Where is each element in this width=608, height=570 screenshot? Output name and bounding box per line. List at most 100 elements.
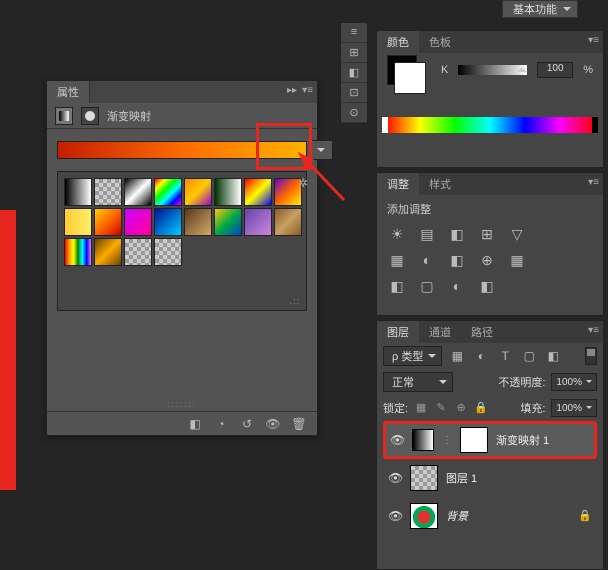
lock-pixels-icon[interactable]: ✎ <box>434 401 448 415</box>
adj-exposure-icon[interactable]: ⊞ <box>477 225 497 243</box>
adj-curves-icon[interactable]: ◧ <box>447 225 467 243</box>
visibility-icon[interactable]: 👁 <box>390 433 404 447</box>
flyout-icon[interactable]: ▾≡ <box>588 325 599 336</box>
adj-gradientmap-icon[interactable]: ◧ <box>477 277 497 295</box>
dock-btn-4[interactable]: ⊡ <box>341 83 367 103</box>
previous-icon[interactable]: ◔ <box>213 416 229 432</box>
mask-icon[interactable] <box>81 107 99 125</box>
dock-btn-5[interactable]: ⊙ <box>341 103 367 123</box>
adj-brightness-icon[interactable]: ☀ <box>387 225 407 243</box>
swatch[interactable] <box>274 208 302 236</box>
spectrum-bar[interactable] <box>385 117 595 133</box>
dock-icon: ≡ <box>347 26 361 40</box>
adj-photofilter-icon[interactable]: ◧ <box>447 251 467 269</box>
color-body: K 100 % <box>377 53 603 87</box>
flyout-icon[interactable]: ▾≡ <box>588 35 599 46</box>
adjust-body: 添加调整 ☀ ▤ ◧ ⊞ ▽ ▦ ◐ ◧ ⊕ ▦ ◧ ▢ ◐ ◧ <box>377 195 603 315</box>
filter-adjust-icon[interactable]: ◐ <box>472 347 490 365</box>
swatch[interactable] <box>244 178 272 206</box>
filter-smart-icon[interactable]: ◧ <box>544 347 562 365</box>
panel-grip[interactable]: ::::::: <box>167 400 197 409</box>
properties-tab[interactable]: 属性 <box>47 81 90 103</box>
layer-name[interactable]: 渐变映射 1 <box>496 432 549 448</box>
layer-name[interactable]: 图层 1 <box>446 470 477 486</box>
swatch[interactable] <box>244 208 272 236</box>
adj-colorlookup-icon[interactable]: ▦ <box>507 251 527 269</box>
opacity-field[interactable]: 100% <box>551 373 597 391</box>
swatch[interactable] <box>124 178 152 206</box>
dock-btn-3[interactable]: ◧ <box>341 63 367 83</box>
mask-thumb[interactable] <box>460 427 488 453</box>
tab-paths[interactable]: 路径 <box>461 321 503 343</box>
gradient-bar[interactable] <box>57 141 307 159</box>
swatch[interactable] <box>64 238 92 266</box>
reset-icon[interactable]: ↺ <box>239 416 255 432</box>
swatch[interactable] <box>64 178 92 206</box>
swatch[interactable] <box>154 208 182 236</box>
adjustment-type-icon[interactable] <box>55 107 73 125</box>
kind-select[interactable]: ρ 类型 <box>383 346 442 366</box>
adj-posterize-icon[interactable]: ▢ <box>417 277 437 295</box>
filter-toggle[interactable] <box>585 347 597 365</box>
visibility-icon[interactable]: 👁 <box>265 416 281 432</box>
layer-name[interactable]: 背景 <box>446 508 468 524</box>
flyout-icon[interactable]: ▾≡ <box>302 85 313 96</box>
swatch[interactable] <box>154 238 182 266</box>
lock-position-icon[interactable]: ⊕ <box>454 401 468 415</box>
swatch[interactable] <box>184 178 212 206</box>
filter-type-icon[interactable]: T <box>496 347 514 365</box>
dock-btn-1[interactable]: ≡ <box>341 23 367 43</box>
gradient-dropdown-button[interactable] <box>309 140 333 160</box>
adj-invert-icon[interactable]: ◧ <box>387 277 407 295</box>
fgbg-color-chip[interactable] <box>387 55 417 85</box>
filter-pixel-icon[interactable]: ▦ <box>448 347 466 365</box>
swatch[interactable] <box>94 178 122 206</box>
tab-swatches[interactable]: 色板 <box>419 31 461 53</box>
tab-layers[interactable]: 图层 <box>377 321 419 343</box>
resize-grip[interactable]: .:: <box>289 296 300 306</box>
adj-channelmixer-icon[interactable]: ⊕ <box>477 251 497 269</box>
flyout-icon[interactable]: ▾≡ <box>588 177 599 188</box>
adj-levels-icon[interactable]: ▤ <box>417 225 437 243</box>
trash-icon[interactable]: 🗑 <box>291 416 307 432</box>
swatch[interactable] <box>214 208 242 236</box>
clip-icon[interactable]: ◧ <box>187 416 203 432</box>
swatch[interactable] <box>214 178 242 206</box>
canvas-red-rect <box>0 210 16 490</box>
visibility-icon[interactable]: 👁 <box>388 509 402 523</box>
adj-threshold-icon[interactable]: ◐ <box>447 277 467 295</box>
collapse-icon[interactable]: ▸▸ <box>287 85 297 96</box>
adj-hue-icon[interactable]: ▦ <box>387 251 407 269</box>
lock-transparent-icon[interactable]: ▦ <box>414 401 428 415</box>
link-icon[interactable]: ⋮ <box>442 435 452 446</box>
swatch[interactable] <box>64 208 92 236</box>
filter-shape-icon[interactable]: ▢ <box>520 347 538 365</box>
color-mode-label: K <box>441 64 448 76</box>
tab-channels[interactable]: 通道 <box>419 321 461 343</box>
layer-row-gradient-map[interactable]: 👁 ⋮ 渐变映射 1 <box>383 421 597 459</box>
tab-adjustments[interactable]: 调整 <box>377 173 419 195</box>
gear-icon[interactable]: ✲ <box>298 176 310 188</box>
tab-styles[interactable]: 样式 <box>419 173 461 195</box>
blend-mode-select[interactable]: 正常 <box>383 372 453 392</box>
preset-grid <box>64 178 300 266</box>
swatch[interactable] <box>154 178 182 206</box>
k-value[interactable]: 100 <box>537 62 573 78</box>
swatch[interactable] <box>124 208 152 236</box>
swatch[interactable] <box>94 238 122 266</box>
swatch[interactable] <box>94 208 122 236</box>
fill-field[interactable]: 100% <box>551 399 597 417</box>
adj-vibrance-icon[interactable]: ▽ <box>507 225 527 243</box>
dock-btn-2[interactable]: ⊞ <box>341 43 367 63</box>
lock-all-icon[interactable]: 🔒 <box>474 401 488 415</box>
layer-row-background[interactable]: 👁 背景 🔒 <box>383 497 597 535</box>
properties-title: 渐变映射 <box>107 108 151 124</box>
tab-color[interactable]: 颜色 <box>377 31 419 53</box>
layer-row-image[interactable]: 👁 图层 1 <box>383 459 597 497</box>
k-slider[interactable] <box>458 65 527 75</box>
visibility-icon[interactable]: 👁 <box>388 471 402 485</box>
swatch[interactable] <box>184 208 212 236</box>
swatch[interactable] <box>124 238 152 266</box>
adj-bw-icon[interactable]: ◐ <box>417 251 437 269</box>
workspace-selector[interactable]: 基本功能 <box>502 0 578 18</box>
